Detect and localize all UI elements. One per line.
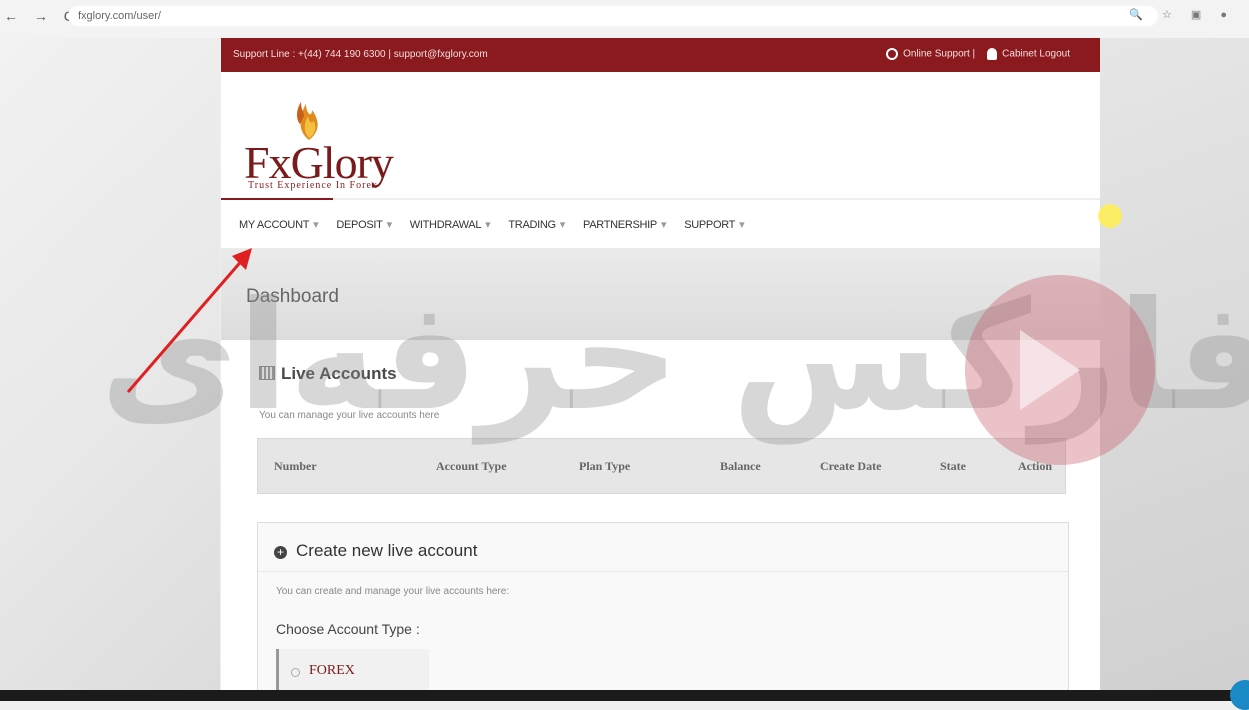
accounts-table-header: Number Account Type Plan Type Balance Cr… bbox=[257, 438, 1066, 494]
plus-circle-icon: + bbox=[274, 546, 287, 559]
nav-my-account[interactable]: MY ACCOUNT ▾ bbox=[239, 218, 319, 231]
browser-toolbar: ← → C fxglory.com/user/ 🔍 ☆ ▣ ● bbox=[0, 0, 1249, 39]
user-icon bbox=[987, 48, 998, 60]
headset-icon bbox=[886, 48, 899, 60]
create-account-description: You can create and manage your live acco… bbox=[276, 586, 510, 597]
nav-trading[interactable]: TRADING ▾ bbox=[508, 218, 565, 231]
cabinet-logout-link[interactable]: Cabinet Logout bbox=[987, 48, 1070, 60]
video-bottom-bar bbox=[0, 690, 1249, 701]
address-bar[interactable]: fxglory.com/user/ bbox=[68, 6, 1158, 26]
chevron-down-icon: ▾ bbox=[559, 218, 566, 231]
chevron-down-icon: ▾ bbox=[739, 218, 745, 231]
flame-icon bbox=[297, 102, 318, 140]
chevron-down-icon: ▾ bbox=[485, 218, 491, 231]
forex-option-label: FOREX bbox=[309, 663, 355, 678]
chevron-down-icon: ▾ bbox=[313, 218, 319, 231]
chevron-down-icon: ▾ bbox=[660, 218, 667, 231]
column-header[interactable]: Account Type bbox=[436, 459, 507, 474]
column-header[interactable]: Number bbox=[274, 459, 317, 474]
column-header[interactable]: Create Date bbox=[820, 459, 881, 474]
watermark-logo bbox=[965, 275, 1155, 465]
radio-button[interactable] bbox=[291, 668, 300, 677]
main-navigation: MY ACCOUNT ▾ DEPOSIT ▾ WITHDRAWAL ▾ TRADING… bbox=[221, 198, 1100, 248]
logo-tagline: Trust Experience In Forex bbox=[248, 180, 378, 191]
nav-partnership[interactable]: PARTNERSHIP ▾ bbox=[583, 218, 666, 231]
online-support-link[interactable]: Online Support | bbox=[886, 48, 975, 60]
browser-extension-icons[interactable]: 🔍 ☆ ▣ ● bbox=[1129, 8, 1235, 21]
column-header[interactable]: Balance bbox=[720, 459, 761, 474]
active-nav-indicator bbox=[221, 198, 333, 200]
nav-deposit[interactable]: DEPOSIT ▾ bbox=[336, 218, 393, 231]
support-contact-text: Support Line : +(44) 744 190 6300 | supp… bbox=[233, 49, 488, 60]
chevron-down-icon: ▾ bbox=[386, 218, 393, 231]
divider bbox=[258, 571, 1068, 572]
column-header[interactable]: Plan Type bbox=[579, 459, 630, 474]
nav-withdrawal[interactable]: WITHDRAWAL ▾ bbox=[410, 218, 491, 231]
fxglory-logo[interactable]: FxGlory Trust Experience In Forex bbox=[244, 96, 444, 196]
create-account-heading[interactable]: + Create new live account bbox=[274, 541, 477, 561]
nav-support[interactable]: SUPPORT ▾ bbox=[684, 218, 744, 231]
cursor-highlight bbox=[1098, 204, 1122, 228]
forex-option[interactable]: FOREX bbox=[276, 649, 429, 690]
create-account-card: + Create new live account You can create … bbox=[257, 522, 1069, 690]
choose-account-type-label: Choose Account Type : bbox=[276, 621, 420, 637]
top-contact-bar: Support Line : +(44) 744 190 6300 | supp… bbox=[221, 38, 1100, 72]
floating-action-button[interactable] bbox=[1230, 680, 1249, 710]
